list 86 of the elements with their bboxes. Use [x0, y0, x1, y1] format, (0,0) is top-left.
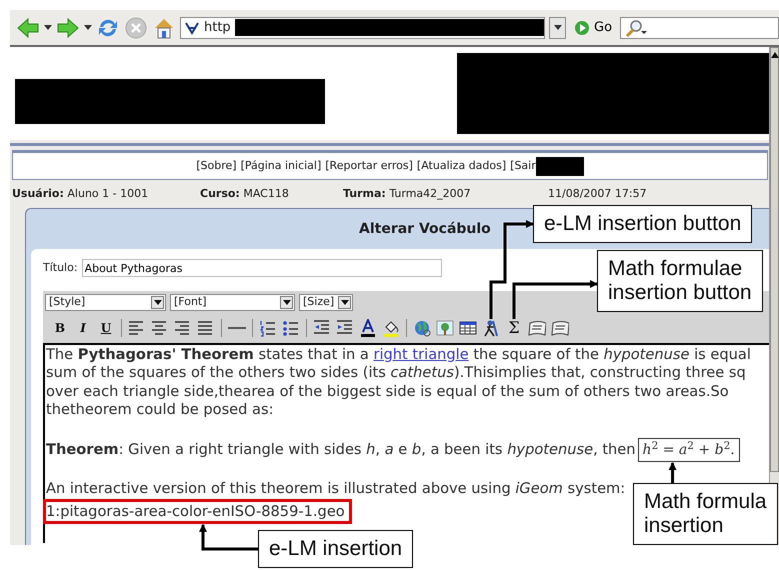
caret-icon [84, 24, 92, 30]
leader-line [668, 462, 677, 483]
forward-icon [56, 16, 80, 40]
formula-button[interactable]: Σ [505, 319, 523, 337]
font-select[interactable]: [Font] [170, 294, 295, 311]
title-field[interactable]: About Pythagoras [82, 259, 442, 277]
nav-link[interactable]: [Página inicial] [240, 158, 322, 174]
paint-bucket-icon [382, 319, 400, 337]
format-button[interactable]: U [97, 319, 115, 337]
align-right-icon [174, 319, 192, 337]
leader-line [199, 524, 258, 550]
caret-icon [340, 300, 348, 306]
style-select[interactable]: [Style] [45, 294, 166, 311]
nav-link[interactable]: [Sobre] [196, 158, 237, 174]
figures-button[interactable] [482, 319, 500, 337]
caret-icon [154, 300, 162, 306]
align-right-button[interactable] [174, 319, 192, 337]
scroll-icon [551, 319, 569, 337]
numbered-list-icon [259, 319, 277, 337]
math-formula: h$^{2}$ = a$^{2}$ + b$^{2}$. [638, 438, 740, 462]
go-button[interactable]: Go [570, 18, 616, 38]
text-color-button[interactable] [359, 319, 377, 337]
caret-icon [44, 24, 52, 30]
nav-link[interactable]: [Atualiza dados] [416, 158, 506, 174]
align-center-icon [151, 319, 169, 337]
text-color-icon [359, 319, 377, 337]
go-icon [574, 20, 590, 36]
table-icon [459, 319, 477, 337]
image-button[interactable] [436, 319, 454, 337]
align-left-button[interactable] [128, 319, 146, 337]
caret-icon [282, 300, 290, 306]
caret-icon [554, 24, 562, 30]
info-text: 11/08/2007 17:57 [548, 186, 648, 202]
back-icon [16, 16, 40, 40]
figures-icon [482, 319, 500, 337]
scroll-up-icon[interactable] [770, 52, 778, 58]
url-dropdown-button[interactable] [549, 16, 566, 38]
file-reference: 1:pitagoras-area-color-enISO-8859-1.geo [43, 498, 352, 524]
redacted-area [536, 156, 584, 176]
justify-icon [197, 319, 215, 337]
globe-button[interactable] [413, 319, 431, 337]
callout-label: Math formulae insertion button [597, 250, 763, 312]
scroll-icon [528, 319, 546, 337]
forward-button[interactable] [56, 16, 80, 40]
stop-icon [124, 16, 148, 40]
size-select[interactable]: [Size] [299, 294, 353, 311]
format-button[interactable]: I [74, 319, 92, 337]
horizontal-rule-icon [228, 327, 246, 329]
scroll-button[interactable] [551, 319, 569, 337]
back-menu-button[interactable] [44, 24, 52, 30]
editor-paragraph: Theorem: Given a right triangle with sides h, a e b, a been its hypotenuse, then h$^{2}$ = a$^{2}$ + b$^{2}$. [46, 438, 769, 462]
globe-icon [413, 319, 431, 337]
link[interactable]: right triangle [373, 346, 469, 363]
justify-button[interactable] [197, 319, 215, 337]
scroll-button[interactable] [528, 319, 546, 337]
forward-menu-button[interactable] [84, 24, 92, 30]
outdent-button[interactable] [313, 319, 331, 337]
outdent-icon [313, 319, 331, 337]
table-button[interactable] [459, 319, 477, 337]
indent-button[interactable] [336, 319, 354, 337]
callout-label: Math formula insertion [633, 483, 778, 545]
url-field[interactable]: http [180, 16, 545, 38]
align-left-icon [128, 319, 146, 337]
search-field[interactable] [620, 16, 779, 38]
image-icon [436, 319, 454, 337]
paint-bucket-button[interactable] [382, 319, 400, 337]
url-text: http [204, 18, 231, 37]
align-center-button[interactable] [151, 319, 169, 337]
site-icon [184, 20, 200, 34]
back-button[interactable] [16, 16, 40, 40]
field-label: Título: [43, 260, 78, 276]
info-text: Curso: MAC118 [200, 186, 290, 202]
panel-title: Alterar Vocábulo [359, 220, 491, 238]
bullet-list-button[interactable] [282, 319, 300, 337]
indent-icon [336, 319, 354, 337]
callout-label: e-LM insertion button [533, 205, 752, 243]
nav-link[interactable]: [Reportar erros] [325, 158, 413, 174]
format-button[interactable]: B [51, 319, 69, 337]
info-text: Usuário: Aluno 1 - 1001 [12, 186, 150, 202]
editor-paragraph: The Pythagoras' Theorem states that in a right triangle the square of the hypotenuse is equal sum of the squares of the others two sides (its cathetus).Thisimplies that, constructing three sq over each triangle side,thearea of the biggest side is equal of the sum of others two areas.So thetheorem could be posed as: [46, 346, 752, 420]
info-text: Turma: Turma42_2007 [343, 186, 472, 202]
numbered-list-button[interactable] [259, 319, 277, 337]
search-icon [624, 18, 648, 36]
bullet-list-icon [282, 319, 300, 337]
nav-link[interactable]: [Sair [510, 158, 536, 174]
callout-label: e-LM insertion [258, 530, 414, 568]
